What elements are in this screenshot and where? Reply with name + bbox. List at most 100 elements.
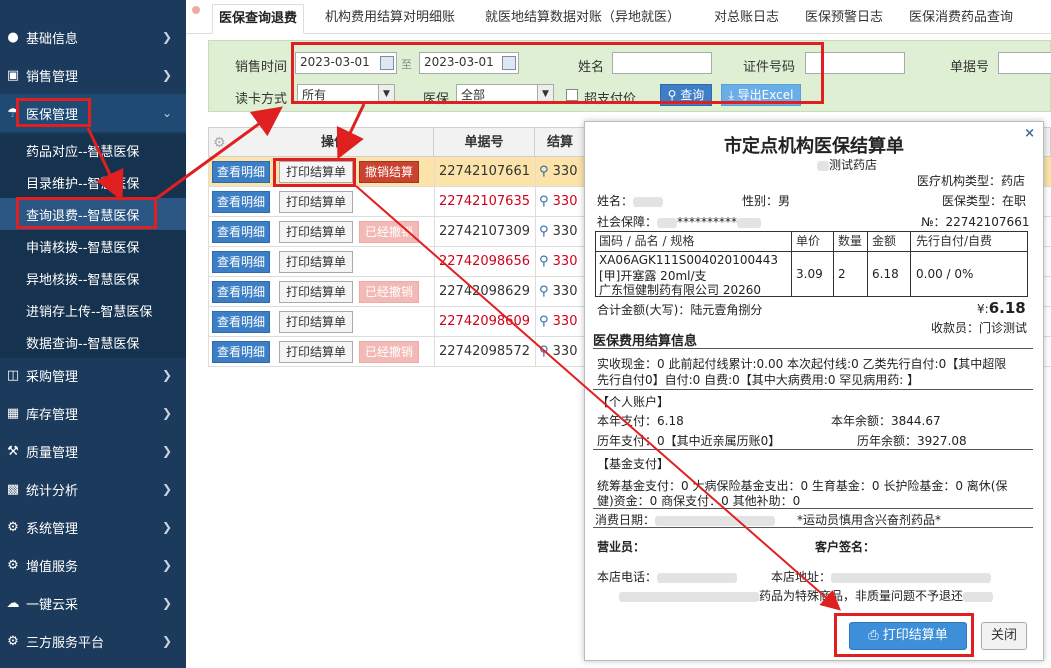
view-detail-button[interactable]: 查看明细 [212,341,270,363]
settlement-cell[interactable]: ⚲ 330 [539,217,577,247]
settlement-cell[interactable]: ⚲ 330 [539,157,577,187]
monitor-icon: ▣ [6,67,20,83]
insurance-select[interactable]: 全部 ▼ [456,84,554,104]
customer-sign-label: 客户签名： [815,540,876,554]
print-settlement-button[interactable]: ⎙ 打印结算单 [849,622,967,650]
grid-icon: ▦ [6,405,20,421]
sidebar-subitem-apply-allocation[interactable]: 申请核拨--智慧医保 [0,230,186,262]
query-button[interactable]: ⚲ 查询 [660,84,712,106]
special-goods-note: 药品为特殊商品，非质量问题不予退还 [619,587,994,604]
settlement-info-heading: 医保费用结算信息 [593,334,698,349]
sidebar-item-basic-info[interactable]: ● 基础信息 ❯ [0,18,186,56]
gear-icon: ⚙ [7,557,19,573]
sidebar-subitem-remote-allocation[interactable]: 异地核拨--智慧医保 [0,262,186,294]
view-detail-button[interactable]: 查看明细 [212,161,270,183]
print-settlement-button[interactable]: 打印结算单 [279,251,353,273]
chevron-right-icon: ❯ [161,596,172,610]
calendar-icon [380,56,394,70]
over-price-checkbox[interactable] [566,89,578,101]
already-canceled-badge: 已经撤销 [359,341,419,363]
tab-settlement-detail[interactable]: 机构费用结算对明细账 [319,4,461,34]
print-settlement-button[interactable]: 打印结算单 [279,281,353,303]
year-pay: 本年支付：6.18 [597,414,684,428]
social-security: 社会保障： ********** [597,213,762,230]
bill-number: 22742107635 [439,194,530,209]
search-icon: ⚲ [539,254,553,269]
name-input[interactable] [612,52,712,74]
sidebar-subitem-query-refund[interactable]: 查询退费--智慧医保 [0,198,186,230]
sidebar-item-label: 增值服务 [26,559,79,575]
dropdown-arrow-icon: ▼ [378,85,394,103]
id-input[interactable] [805,52,905,74]
store-address: 本店地址： [771,568,992,585]
sidebar-subitem-inventory-upload[interactable]: 进销存上传--智慧医保 [0,294,186,326]
consume-date: 消费日期： [595,511,776,528]
sidebar-item-system[interactable]: ⚙ 系统管理 ❯ [0,508,186,546]
receipt-title: 市定点机构医保结算单 [724,136,904,157]
view-detail-button[interactable]: 查看明细 [212,221,270,243]
chevron-right-icon: ❯ [161,520,172,534]
calendar-icon [502,56,516,70]
settings-gear-icon[interactable]: ⚙ [213,135,226,151]
personal-account-heading: 【个人账户】 [597,395,670,409]
already-canceled-badge: 已经撤销 [359,221,419,243]
bill-input[interactable] [998,52,1051,74]
fund-line2: 健)资金：0 商保支付：0 其他补助：0 [597,494,801,508]
dropdown-arrow-icon: ▼ [537,85,553,103]
settlement-cell[interactable]: ⚲ 330 [539,247,577,277]
print-settlement-button[interactable]: 打印结算单 [279,311,353,333]
print-settlement-button[interactable]: 打印结算单 [279,161,353,183]
cashier: 收款员：门诊测试 [931,321,1028,335]
sidebar-item-medical-insurance[interactable]: ☂ 医保管理 ⌄ [0,94,186,132]
tab-indicator-dot [192,6,200,14]
sidebar-item-value-added[interactable]: ⚙ 增值服务 ❯ [0,546,186,584]
sidebar-item-quality[interactable]: ⚒ 质量管理 ❯ [0,432,186,470]
read-method-select[interactable]: 所有 ▼ [297,84,395,104]
sidebar-item-inventory[interactable]: ▦ 库存管理 ❯ [0,394,186,432]
print-settlement-button[interactable]: 打印结算单 [279,191,353,213]
sidebar-item-purchase[interactable]: ◫ 采购管理 ❯ [0,356,186,394]
header-operation: 操作 [235,128,434,158]
date-to-field[interactable]: 2023-03-01 [419,52,519,74]
chevron-right-icon: ❯ [161,68,172,82]
sidebar-item-statistics[interactable]: ▩ 统计分析 ❯ [0,470,186,508]
tab-query-refund[interactable]: 医保查询退费 [212,4,305,34]
tab-drug-consumption[interactable]: 医保消费药品查询 [903,4,1019,34]
cancel-settlement-button[interactable]: 撤销结算 [359,161,419,183]
sidebar-item-third-party[interactable]: ⚙ 三方服务平台 ❯ [0,622,186,660]
close-button[interactable]: 关闭 [981,622,1027,650]
print-settlement-button[interactable]: 打印结算单 [279,221,353,243]
cloud-icon: ☁ [6,595,20,611]
org-type: 医疗机构类型：药店 [917,174,1026,188]
settlement-cell[interactable]: ⚲ 330 [539,307,577,337]
sidebar-subitem-catalog[interactable]: 目录维护--智慧医保 [0,166,186,198]
drug-price: 3.09 [796,267,823,281]
filter-panel: 销售时间 2023-03-01 至 2023-03-01 姓名 证件号码 单据号… [208,40,1051,112]
view-detail-button[interactable]: 查看明细 [212,251,270,273]
drug-code: XA06AGK111S004020100443 [599,253,779,267]
settlement-cell[interactable]: ⚲ 330 [539,187,577,217]
insurance-type: 医保类型：在职 [942,194,1027,208]
sidebar-item-cloud-purchase[interactable]: ☁ 一键云采 ❯ [0,584,186,622]
bar-chart-icon: ▩ [6,481,20,497]
settlement-cell[interactable]: ⚲ 330 [539,277,577,307]
history-pay: 历年支付：0【其中近亲属历账0】 [597,434,781,448]
drug-maker: 广东恒健制药有限公司 20260 [599,283,761,297]
tab-warning-log[interactable]: 医保预警日志 [799,4,889,34]
tab-ledger-log[interactable]: 对总账日志 [708,4,785,34]
settlement-receipt-dialog: × 市定点机构医保结算单 测试药店 医疗机构类型：药店 姓名： 性别：男 医保类… [584,121,1044,661]
sidebar-subitem-drug-mapping[interactable]: 药品对应--智慧医保 [0,134,186,166]
athlete-warning: *运动员慎用含兴奋剂药品* [797,513,942,527]
view-detail-button[interactable]: 查看明细 [212,311,270,333]
export-excel-button[interactable]: ⤓ 导出Excel [721,84,801,106]
view-detail-button[interactable]: 查看明细 [212,281,270,303]
tab-remote-reconcile[interactable]: 就医地结算数据对账（异地就医） [479,4,686,34]
date-from-field[interactable]: 2023-03-01 [295,52,397,74]
drug-th-qty: 数量 [838,234,863,248]
settlement-cell[interactable]: ⚲ 330 [539,337,577,367]
print-settlement-button[interactable]: 打印结算单 [279,341,353,363]
view-detail-button[interactable]: 查看明细 [212,191,270,213]
search-icon: ⚲ [539,194,553,209]
sidebar-subitem-data-query[interactable]: 数据查询--智慧医保 [0,326,186,358]
sidebar-item-sales[interactable]: ▣ 销售管理 ❯ [0,56,186,94]
